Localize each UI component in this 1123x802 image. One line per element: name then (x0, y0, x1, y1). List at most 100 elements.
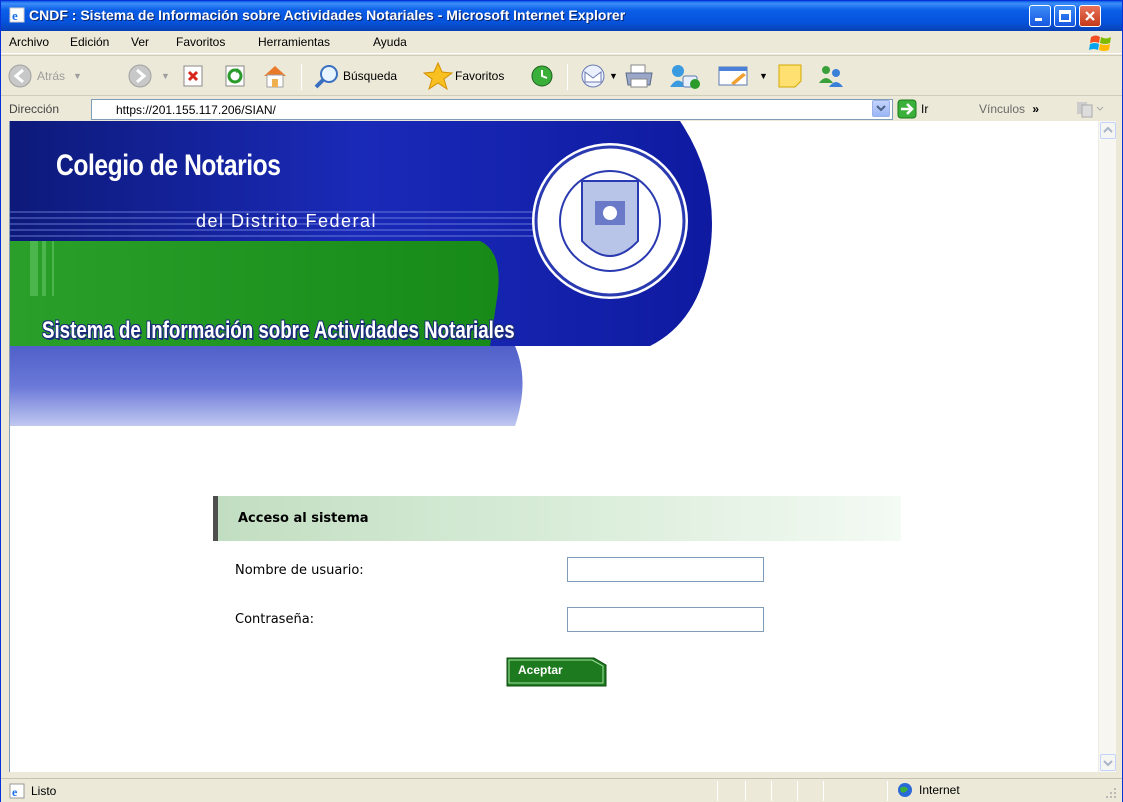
print-button[interactable] (623, 62, 655, 90)
refresh-button[interactable] (223, 62, 247, 90)
address-dropdown-button[interactable] (872, 100, 890, 117)
status-text: Listo (31, 784, 57, 798)
contacts-icon (819, 66, 843, 87)
status-divider (797, 781, 798, 801)
toolbar: Atrás ▼ ▼ Búsqueda Favoritos ▼ ▼ (1, 55, 1122, 95)
globe-icon (898, 783, 912, 797)
favorites-star-icon (423, 62, 453, 90)
system-title: Sistema de Información sobre Actividades… (42, 317, 515, 344)
stop-icon (183, 65, 203, 87)
toolbar-separator (301, 64, 302, 90)
chevron-right-icon: » (1032, 102, 1040, 116)
svg-text:e: e (12, 785, 18, 799)
username-input[interactable] (567, 557, 764, 582)
status-divider (887, 781, 888, 801)
status-divider (717, 781, 718, 801)
scroll-up-button[interactable] (1100, 122, 1116, 139)
windows-logo-icon (1089, 35, 1111, 51)
banner-title: Colegio de Notarios (56, 149, 281, 182)
edit-dropdown-icon[interactable]: ▼ (759, 71, 768, 81)
accept-label: Aceptar (518, 663, 563, 677)
notary-seal-logo (532, 143, 688, 299)
minimize-button[interactable] (1029, 5, 1051, 27)
refresh-icon (225, 65, 245, 87)
messenger-icon (670, 65, 700, 89)
status-bar: e Listo Internet (1, 778, 1122, 802)
address-bar: Dirección https://201.155.117.206/SIAN/ … (1, 95, 1122, 121)
search-icon (314, 65, 338, 89)
browser-window: e CNDF : Sistema de Información sobre Ac… (0, 0, 1123, 802)
note-icon (778, 64, 802, 88)
menu-herramientas[interactable]: Herramientas (258, 35, 330, 49)
forward-dropdown-icon[interactable]: ▼ (161, 71, 170, 81)
status-divider (823, 781, 824, 801)
home-icon (264, 66, 286, 88)
login-header-text: Acceso al sistema (238, 511, 369, 526)
window-title: CNDF : Sistema de Información sobre Acti… (29, 7, 626, 23)
menu-archivo[interactable]: Archivo (9, 35, 49, 49)
forward-button[interactable]: ▼ (127, 62, 170, 90)
chevron-up-icon (1103, 126, 1113, 133)
vertical-scrollbar[interactable] (1098, 121, 1116, 772)
security-zone: Internet (897, 782, 960, 798)
history-button[interactable] (529, 62, 555, 90)
chevron-down-icon (1103, 760, 1113, 767)
toolbar-separator (567, 64, 568, 90)
status-divider (745, 781, 746, 801)
close-button[interactable] (1079, 5, 1101, 27)
address-label: Dirección (9, 102, 60, 116)
close-icon (1085, 11, 1095, 21)
back-dropdown-icon[interactable]: ▼ (73, 71, 82, 81)
scroll-down-button[interactable] (1100, 754, 1116, 771)
password-label: Contraseña: (235, 612, 315, 627)
edit-button[interactable]: ▼ (717, 62, 768, 90)
maximize-icon (1059, 10, 1071, 22)
zone-label: Internet (919, 783, 960, 797)
stop-button[interactable] (181, 62, 205, 90)
messenger-button[interactable] (667, 62, 701, 90)
edit-page-icon (718, 66, 748, 86)
go-button[interactable]: Ir (897, 99, 928, 119)
title-bar: e CNDF : Sistema de Información sobre Ac… (1, 1, 1122, 31)
translate-icon[interactable] (1075, 100, 1105, 118)
banner-subtitle: del Distrito Federal (196, 211, 378, 231)
contacts-button[interactable] (815, 62, 847, 90)
accept-button[interactable]: Aceptar (506, 657, 607, 687)
printer-icon (625, 64, 653, 88)
menu-edicion[interactable]: Edición (70, 35, 109, 49)
links-button[interactable]: Vínculos » (979, 102, 1039, 116)
search-button[interactable]: Búsqueda (313, 62, 397, 90)
go-arrow-icon (897, 99, 917, 119)
go-label: Ir (921, 102, 929, 116)
menu-ayuda[interactable]: Ayuda (373, 35, 407, 49)
notes-button[interactable] (777, 62, 803, 90)
history-icon (531, 65, 553, 87)
menu-bar: Archivo Edición Ver Favoritos Herramient… (1, 31, 1122, 54)
mail-dropdown-icon[interactable]: ▼ (609, 71, 618, 81)
back-label: Atrás (37, 69, 66, 83)
back-button[interactable]: Atrás ▼ (7, 62, 82, 90)
menu-ver[interactable]: Ver (131, 35, 149, 49)
address-input[interactable]: https://201.155.117.206/SIAN/ (91, 99, 893, 120)
mail-button[interactable]: ▼ (579, 62, 618, 90)
login-header: Acceso al sistema (213, 496, 901, 541)
favorites-button[interactable]: Favoritos (423, 62, 504, 90)
back-arrow-icon (8, 64, 32, 88)
home-button[interactable] (261, 62, 289, 90)
maximize-button[interactable] (1054, 5, 1076, 27)
links-label: Vínculos (979, 102, 1026, 116)
mail-icon (581, 64, 605, 88)
page-viewport: Colegio de Notarios del Distrito Federal… (9, 121, 1098, 772)
username-label: Nombre de usuario: (235, 563, 364, 578)
minimize-icon (1035, 18, 1042, 21)
svg-text:e: e (12, 8, 18, 23)
chevron-down-icon (876, 105, 886, 112)
favorites-label: Favoritos (455, 69, 505, 83)
status-divider (771, 781, 772, 801)
search-label: Búsqueda (343, 69, 398, 83)
menu-favoritos[interactable]: Favoritos (176, 35, 225, 49)
ie-logo-icon: e (9, 7, 25, 23)
password-input[interactable] (567, 607, 764, 632)
resize-grip-icon[interactable] (1105, 787, 1117, 799)
page-done-icon: e (9, 783, 25, 799)
